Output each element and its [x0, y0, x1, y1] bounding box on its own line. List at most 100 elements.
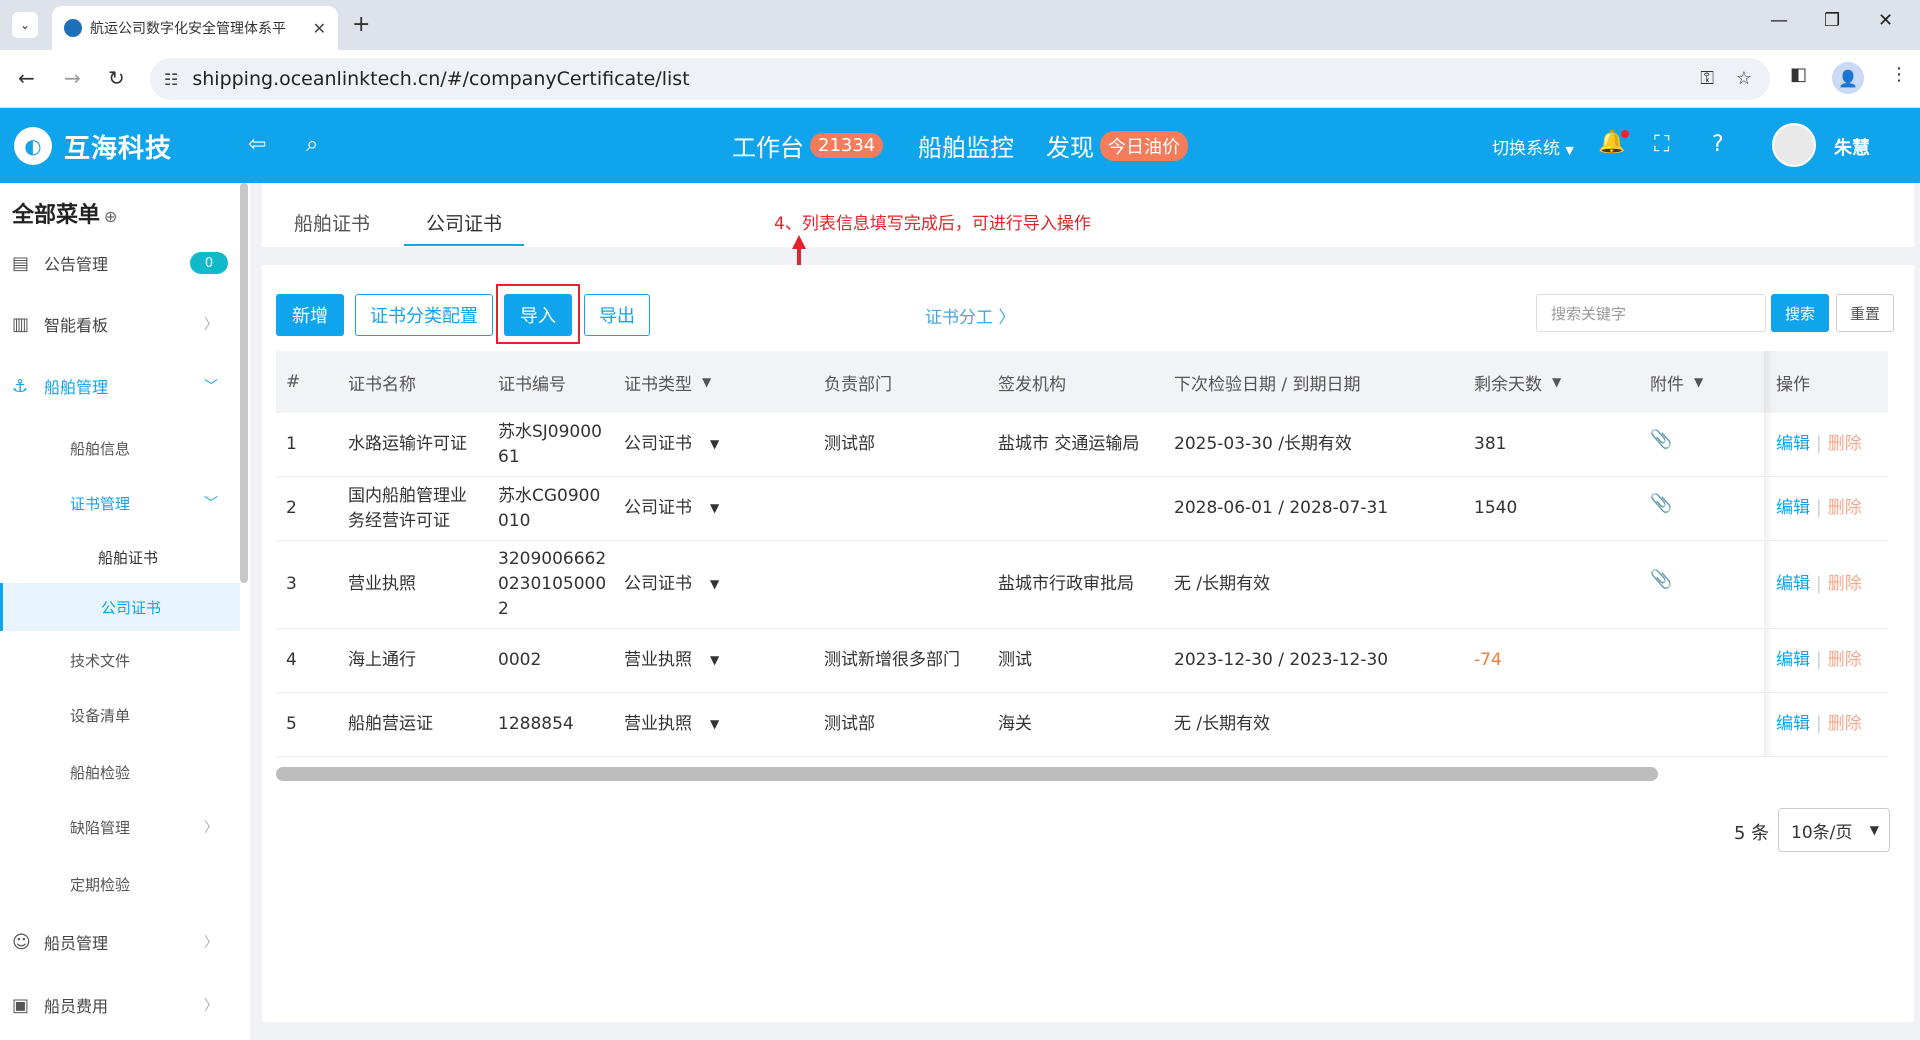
reset-button[interactable]: 重置 — [1836, 294, 1894, 332]
sidebar-item-label: 船舶检验 — [70, 763, 131, 782]
add-circle-icon[interactable]: ⊕ — [104, 207, 117, 226]
add-button[interactable]: 新增 — [276, 294, 344, 336]
window-close-icon[interactable]: ✕ — [1878, 10, 1893, 31]
sidebar-item-ship-cert[interactable]: 船舶证书 — [0, 533, 240, 581]
cert-assign-link[interactable]: 证书分工 〉 — [925, 303, 1015, 328]
edit-link[interactable]: 编辑 — [1776, 648, 1810, 673]
tab-search-icon[interactable]: ⌄ — [12, 12, 38, 38]
nav-workbench[interactable]: 工作台 21334 — [732, 128, 884, 163]
sidepanel-icon[interactable]: ◧ — [1790, 64, 1807, 85]
delete-link[interactable]: 删除 — [1828, 432, 1862, 457]
import-highlight-box — [496, 284, 580, 344]
cell-ops: 编辑 | 删除 — [1776, 477, 1862, 540]
sidebar-item-ship-info[interactable]: 船舶信息 — [0, 424, 240, 472]
delete-link[interactable]: 删除 — [1828, 712, 1862, 737]
fixed-column-shadow — [1764, 629, 1774, 692]
sidebar-item-defects[interactable]: 缺陷管理 〉 — [0, 803, 240, 851]
edit-link[interactable]: 编辑 — [1776, 712, 1810, 737]
maximize-icon[interactable]: ❐ — [1824, 10, 1840, 31]
cell-attach: 📎 — [1650, 477, 1672, 540]
category-config-button[interactable]: 证书分类配置 — [355, 294, 493, 336]
col-dates: 下次检验日期 / 到期日期 — [1174, 374, 1361, 395]
nav-discover[interactable]: 发现 今日油价 — [1046, 128, 1188, 163]
user-name[interactable]: 朱慧 — [1834, 134, 1870, 160]
switch-system-dropdown[interactable]: 切换系统 ▼ — [1492, 134, 1574, 159]
site-info-icon[interactable]: ☷ — [164, 70, 178, 89]
paperclip-icon[interactable]: 📎 — [1650, 567, 1672, 592]
sidebar-item-equipment[interactable]: 设备清单 — [0, 691, 240, 739]
cell-name: 营业执照 — [348, 574, 416, 594]
chevron-down-icon: ﹀ — [204, 496, 218, 512]
page-size-select[interactable]: 10条/页 ▼ — [1778, 808, 1890, 852]
profile-icon[interactable]: 👤 — [1832, 62, 1864, 94]
fixed-column-shadow — [1764, 413, 1774, 476]
cell-type[interactable]: 公司证书 ▼ — [624, 541, 719, 628]
sidebar-item-crew-expense[interactable]: ▣ 船员费用 〉 — [0, 981, 240, 1029]
sidebar-item-announcement[interactable]: ▤ 公告管理 0 — [0, 239, 240, 287]
new-tab-icon[interactable]: + — [352, 12, 370, 37]
edit-link[interactable]: 编辑 — [1776, 432, 1810, 457]
fixed-column-shadow — [1764, 477, 1774, 540]
paperclip-icon[interactable]: 📎 — [1650, 491, 1672, 516]
delete-link[interactable]: 删除 — [1828, 496, 1862, 521]
paperclip-icon[interactable]: 📎 — [1650, 427, 1672, 452]
tab-ship-cert[interactable]: 船舶证书 — [294, 209, 370, 236]
delete-link[interactable]: 删除 — [1828, 572, 1862, 597]
password-key-icon[interactable]: ⚿ — [1700, 68, 1714, 89]
fullscreen-icon[interactable]: ⛶ — [1654, 132, 1669, 157]
cell-dept: 测试部 — [824, 714, 875, 734]
sidebar-item-ship-management[interactable]: ⚓ 船舶管理 ﹀ — [0, 362, 240, 410]
cell-attach: 📎 — [1650, 413, 1672, 476]
sidebar-item-crew[interactable]: ☺ 船员管理 〉 — [0, 918, 240, 966]
caret-down-icon: ▼ — [1552, 375, 1562, 389]
sidebar-scrollbar[interactable] — [240, 183, 248, 583]
export-button[interactable]: 导出 — [584, 294, 650, 336]
reload-icon[interactable]: ↻ — [108, 66, 125, 90]
cell-ops: 编辑 | 删除 — [1776, 541, 1862, 628]
sidebar-item-tech-docs[interactable]: 技术文件 — [0, 636, 240, 684]
cell-index: 5 — [286, 714, 297, 734]
minimize-icon[interactable]: — — [1770, 10, 1788, 31]
cell-number: 苏水SJ09000 61 — [498, 421, 602, 467]
edit-link[interactable]: 编辑 — [1776, 496, 1810, 521]
sidebar-item-ship-inspection[interactable]: 船舶检验 — [0, 748, 240, 796]
active-tab-underline — [404, 244, 524, 246]
sidebar-item-cert-management[interactable]: 证书管理 ﹀ — [0, 479, 240, 527]
nav-ship-monitor[interactable]: 船舶监控 — [918, 128, 1014, 163]
sidebar-item-dashboard[interactable]: ▥ 智能看板 〉 — [0, 300, 240, 348]
sidebar-item-company-cert[interactable]: 公司证书 — [0, 583, 240, 631]
fixed-column-shadow — [1764, 541, 1774, 628]
search-button[interactable]: 搜索 — [1771, 294, 1829, 332]
browser-tab[interactable]: 航运公司数字化安全管理体系平 ✕ — [52, 6, 338, 50]
table-horizontal-scrollbar[interactable] — [276, 767, 1658, 781]
url-bar[interactable]: ☷ shipping.oceanlinktech.cn/#/companyCer… — [150, 58, 1770, 100]
search-input[interactable]: 搜索关键字 — [1536, 294, 1766, 332]
tab-company-cert[interactable]: 公司证书 — [426, 209, 502, 236]
col-days[interactable]: 剩余天数 ▼ — [1474, 351, 1561, 413]
search-icon[interactable]: ⌕ — [306, 132, 318, 157]
sidebar-item-periodic-inspection[interactable]: 定期检验 — [0, 860, 240, 908]
collapse-menu-icon[interactable]: ⇦ — [248, 132, 266, 157]
close-tab-icon[interactable]: ✕ — [313, 19, 326, 38]
help-icon[interactable]: ? — [1712, 132, 1724, 157]
notification-bell-icon[interactable]: 🔔 — [1598, 130, 1630, 155]
back-icon[interactable]: ← — [18, 66, 35, 90]
avatar[interactable] — [1772, 123, 1816, 167]
cell-type[interactable]: 营业执照 ▼ — [624, 629, 719, 692]
cell-type[interactable]: 公司证书 ▼ — [624, 477, 719, 540]
chevron-right-icon: 〉 — [204, 317, 218, 333]
oil-price-badge[interactable]: 今日油价 — [1100, 130, 1188, 161]
cell-type[interactable]: 公司证书 ▼ — [624, 413, 719, 476]
edit-link[interactable]: 编辑 — [1776, 572, 1810, 597]
op-separator: | — [1816, 434, 1822, 454]
cell-dates: 2025-03-30 /长期有效 — [1174, 434, 1352, 454]
col-type[interactable]: 证书类型 ▼ — [624, 351, 711, 413]
delete-link[interactable]: 删除 — [1828, 648, 1862, 673]
app-logo[interactable]: ◐ 互海科技 — [14, 127, 172, 165]
col-attach[interactable]: 附件 ▼ — [1650, 351, 1703, 413]
forward-icon[interactable]: → — [64, 66, 81, 90]
site-favicon-icon — [64, 19, 82, 37]
bookmark-star-icon[interactable]: ☆ — [1736, 68, 1752, 89]
browser-menu-icon[interactable]: ⋮ — [1890, 64, 1908, 85]
cell-type[interactable]: 营业执照 ▼ — [624, 693, 719, 756]
